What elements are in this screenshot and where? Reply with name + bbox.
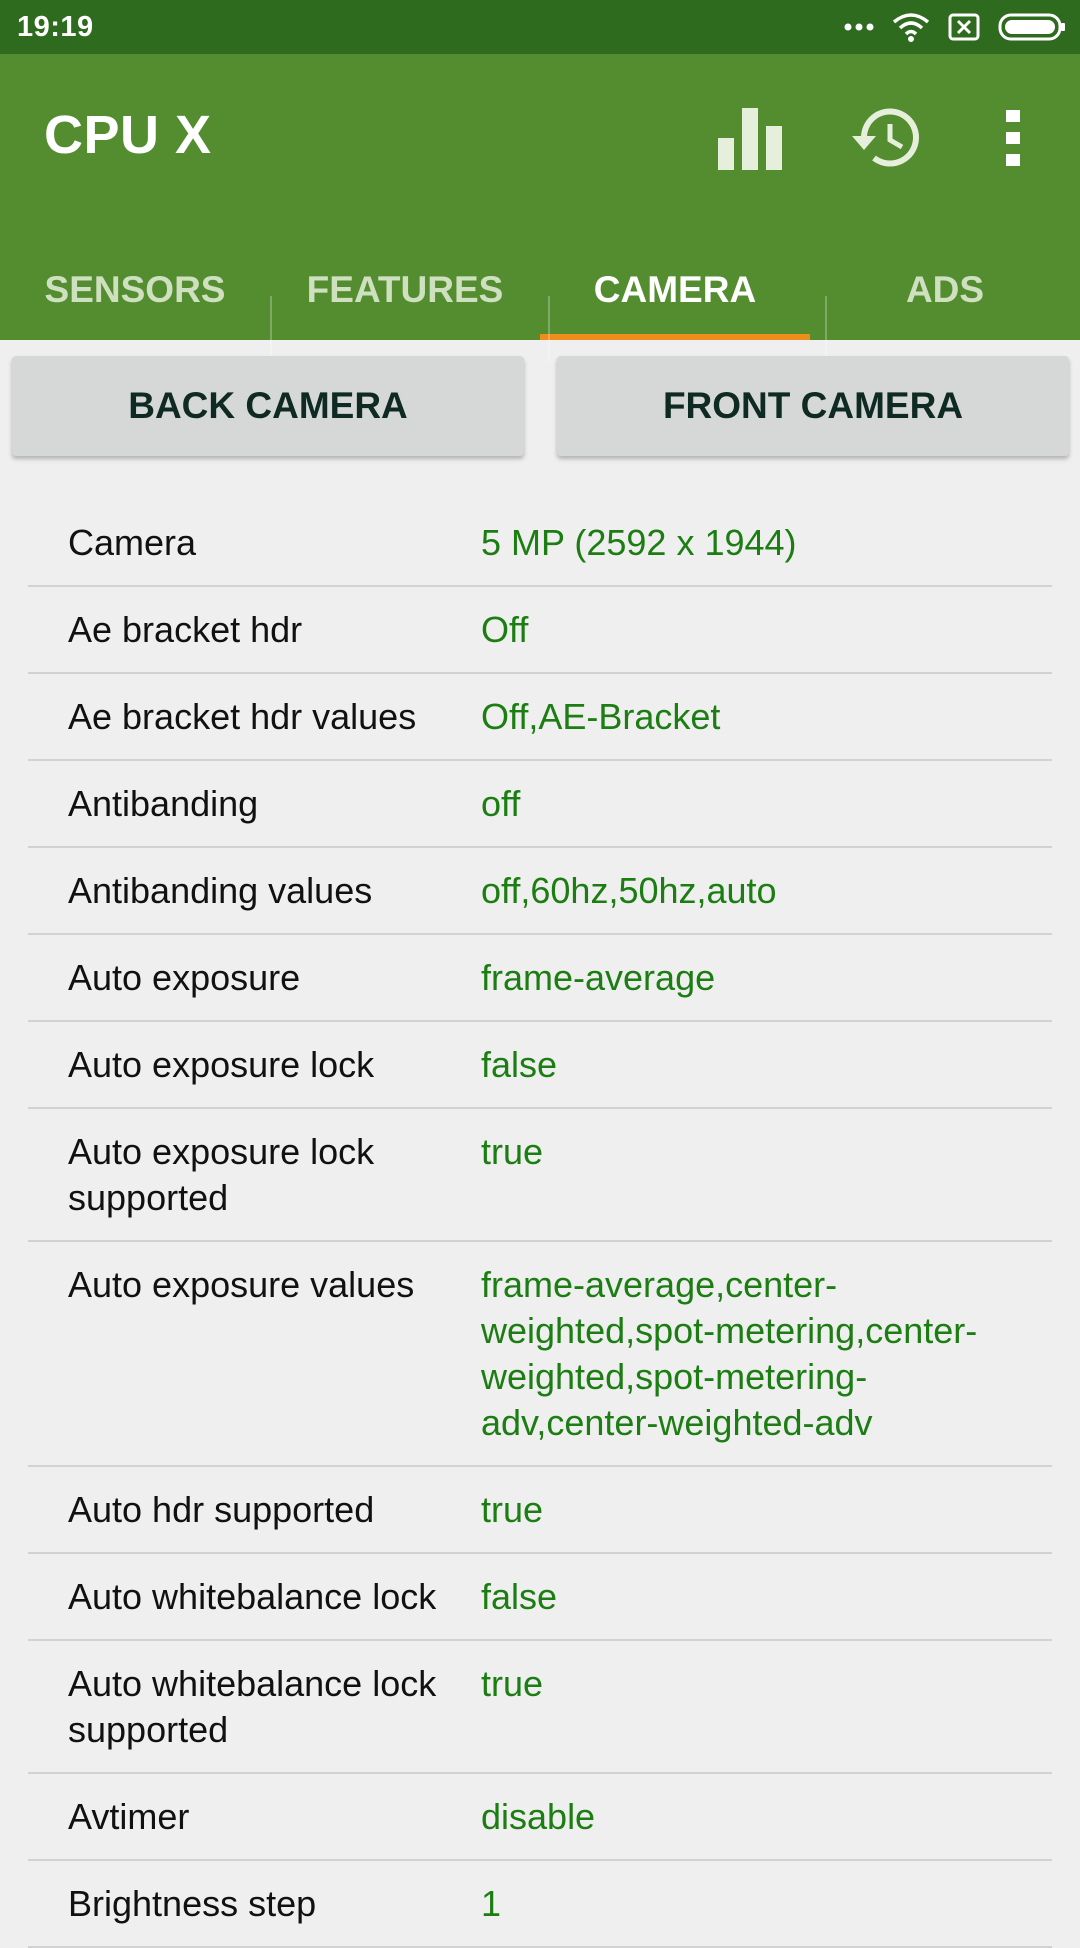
row-label: Ae bracket hdr	[68, 609, 303, 650]
wifi-icon	[892, 12, 930, 42]
row-label: Avtimer	[68, 1796, 190, 1837]
front-camera-button[interactable]: FRONT CAMERA	[557, 356, 1069, 456]
table-row: Ae bracket hdr Off	[28, 587, 1052, 674]
tab-sensors[interactable]: SENSORS	[0, 240, 270, 340]
back-camera-button[interactable]: BACK CAMERA	[12, 356, 524, 456]
more-dots-icon	[844, 22, 874, 32]
tab-divider	[270, 296, 272, 362]
table-row: Auto exposure frame-average	[28, 935, 1052, 1022]
row-value: false	[481, 1044, 558, 1085]
table-row: Ae bracket hdr values Off,AE-Bracket	[28, 674, 1052, 761]
row-value: true	[481, 1131, 544, 1172]
row-label: Camera	[68, 522, 197, 563]
table-row: Auto whitebalance lock false	[28, 1554, 1052, 1641]
tab-camera[interactable]: CAMERA	[540, 240, 810, 340]
row-value: 5 MP (2592 x 1944)	[481, 522, 797, 563]
row-value: frame-average,center-weighted,spot-meter…	[481, 1264, 978, 1443]
row-value: Off,AE-Bracket	[481, 696, 721, 737]
row-label: Auto exposure values	[68, 1264, 415, 1305]
row-label: Antibanding	[68, 783, 259, 824]
row-value: frame-average	[481, 957, 716, 998]
row-value: disable	[481, 1796, 596, 1837]
tab-divider	[548, 296, 550, 362]
row-value: true	[481, 1663, 544, 1704]
tab-divider	[825, 296, 827, 362]
table-row: Antibanding values off,60hz,50hz,auto	[28, 848, 1052, 935]
row-label: Auto exposure lock	[68, 1044, 375, 1085]
table-row: Camera 5 MP (2592 x 1944)	[28, 500, 1052, 587]
tab-bar: SENSORS FEATURES CAMERA ADS	[0, 240, 1080, 340]
app-bar: CPU X SENSORS FEATURES CAMERA ADS	[0, 54, 1080, 362]
table-row: Brightness step 1	[28, 1861, 1052, 1948]
table-row: Avtimer disable	[28, 1774, 1052, 1861]
row-value: 1	[481, 1883, 502, 1924]
row-label: Brightness step	[68, 1883, 317, 1924]
status-icons	[844, 12, 1066, 42]
table-row: Auto exposure lock supported true	[28, 1109, 1052, 1242]
status-bar: 19:19	[0, 0, 1080, 54]
table-row: Auto exposure values frame-average,center…	[28, 1242, 1052, 1467]
sim-x-icon	[948, 13, 980, 41]
tab-features[interactable]: FEATURES	[270, 240, 540, 340]
row-value: off	[481, 783, 521, 824]
row-value: true	[481, 1489, 544, 1530]
table-row: Auto hdr supported true	[28, 1467, 1052, 1554]
app-title: CPU X	[44, 105, 212, 165]
row-label: Auto exposure	[68, 957, 301, 998]
row-label: Auto hdr supported	[68, 1489, 375, 1530]
table-row: Auto exposure lock false	[28, 1022, 1052, 1109]
table-row: Antibanding off	[28, 761, 1052, 848]
row-value: false	[481, 1576, 558, 1617]
row-label: Auto whitebalance lock supported	[68, 1663, 437, 1750]
row-value: Off	[481, 609, 529, 650]
camera-info-table: Camera 5 MP (2592 x 1944) Ae bracket hdr Of…	[28, 500, 1052, 1948]
row-label: Auto whitebalance lock	[68, 1576, 437, 1617]
bar-chart-icon[interactable]	[710, 98, 790, 178]
row-label: Antibanding values	[68, 870, 373, 911]
battery-icon	[998, 13, 1066, 41]
more-vert-icon[interactable]	[973, 98, 1053, 178]
history-icon[interactable]	[845, 98, 925, 178]
status-time: 19:19	[17, 10, 94, 43]
table-row: Auto whitebalance lock supported true	[28, 1641, 1052, 1774]
row-label: Ae bracket hdr values	[68, 696, 417, 737]
tab-ads[interactable]: ADS	[810, 240, 1080, 340]
row-value: off,60hz,50hz,auto	[481, 870, 777, 911]
row-label: Auto exposure lock supported	[68, 1131, 375, 1218]
